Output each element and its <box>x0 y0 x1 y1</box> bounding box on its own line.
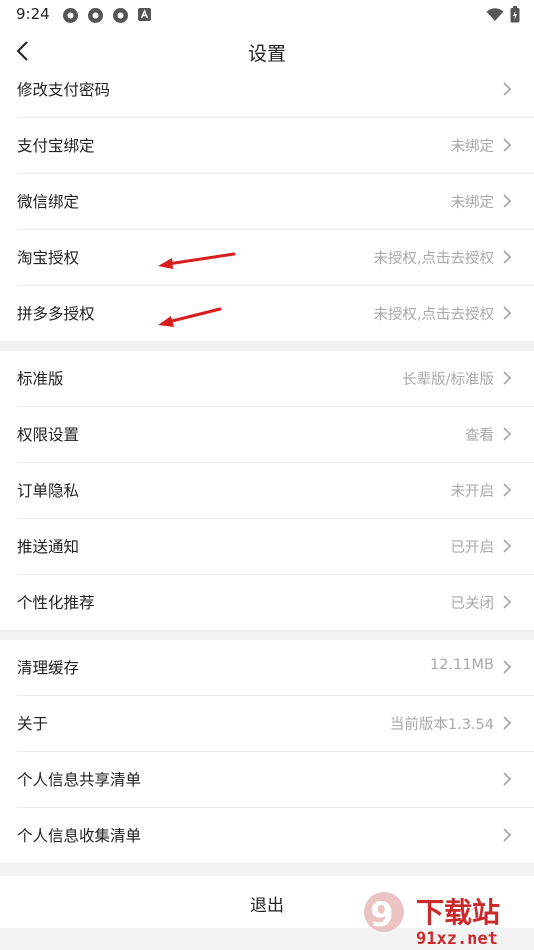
settings-row-alipay-binding[interactable]: 支付宝绑定 未绑定 <box>17 118 534 174</box>
chevron-right-icon <box>503 138 512 152</box>
battery-icon <box>510 6 520 23</box>
row-label: 推送通知 <box>17 538 80 556</box>
chevron-right-icon <box>503 371 512 385</box>
row-label: 订单隐私 <box>17 482 80 500</box>
row-label: 支付宝绑定 <box>17 137 95 155</box>
watermark-brand: 下载站 <box>416 896 500 929</box>
row-label: 修改支付密码 <box>17 81 111 99</box>
row-label: 个性化推荐 <box>17 594 95 612</box>
settings-row-order-privacy[interactable]: 订单隐私 未开启 <box>17 463 534 519</box>
notification-icons <box>62 7 152 24</box>
app-notification-icon <box>88 8 103 23</box>
settings-row-info-sharing-list[interactable]: 个人信息共享清单 <box>17 752 534 808</box>
row-label: 个人信息收集清单 <box>17 827 142 845</box>
settings-row-pinduoduo-auth[interactable]: 拼多多授权 未授权,点击去授权 <box>17 286 534 341</box>
settings-row-personalized-recommendations[interactable]: 个性化推荐 已关闭 <box>17 575 534 630</box>
settings-row-edition[interactable]: 标准版 长辈版/标准版 <box>17 351 534 407</box>
chevron-right-icon <box>503 539 512 553</box>
chevron-right-icon <box>503 483 512 497</box>
settings-row-payment-password[interactable]: 修改支付密码 <box>17 62 534 118</box>
row-value: 已开启 <box>450 540 495 556</box>
status-time: 9:24 <box>16 5 50 23</box>
settings-row-permissions[interactable]: 权限设置 查看 <box>17 407 534 463</box>
app-notification-icon <box>113 8 128 23</box>
chevron-right-icon <box>503 194 512 208</box>
chevron-right-icon <box>503 306 512 320</box>
settings-row-wechat-binding[interactable]: 微信绑定 未绑定 <box>17 174 534 230</box>
account-settings-section: 修改支付密码 支付宝绑定 未绑定 微信绑定 未绑定 淘宝授权 未授权,点击去授权… <box>0 62 534 341</box>
row-label: 关于 <box>17 715 49 733</box>
settings-row-info-collection-list[interactable]: 个人信息收集清单 <box>17 808 534 863</box>
row-value: 未授权,点击去授权 <box>373 251 494 267</box>
row-value: 长辈版/标准版 <box>402 372 494 388</box>
settings-row-taobao-auth[interactable]: 淘宝授权 未授权,点击去授权 <box>17 230 534 286</box>
status-bar: 9:24 <box>0 0 534 28</box>
site-watermark-logo: 9 下载站 91xz.net <box>364 892 500 948</box>
row-label: 标准版 <box>17 370 64 388</box>
app-notification-icon <box>63 8 78 23</box>
preferences-section: 标准版 长辈版/标准版 权限设置 查看 订单隐私 未开启 推送通知 已开启 个性… <box>0 351 534 630</box>
row-value: 当前版本1.3.54 <box>389 717 494 733</box>
settings-row-clear-cache[interactable]: 清理缓存 12.11MB <box>17 640 534 696</box>
chevron-right-icon <box>503 595 512 609</box>
app-info-section: 清理缓存 12.11MB 关于 当前版本1.3.54 个人信息共享清单 个人信息… <box>0 640 534 863</box>
row-label: 微信绑定 <box>17 193 80 211</box>
row-value: 未授权,点击去授权 <box>373 307 494 323</box>
row-value: 未绑定 <box>450 195 495 211</box>
row-value: 已关闭 <box>450 596 495 612</box>
chevron-right-icon <box>503 250 512 264</box>
wifi-icon <box>486 8 504 21</box>
annotation-arrow-icon <box>158 307 222 327</box>
chevron-right-icon <box>503 716 512 730</box>
annotation-arrow-icon <box>158 252 236 269</box>
row-label: 淘宝授权 <box>17 249 80 267</box>
chevron-right-icon <box>503 772 512 786</box>
system-icons <box>486 6 520 23</box>
row-label: 清理缓存 <box>17 659 80 677</box>
row-label: 权限设置 <box>17 426 80 444</box>
settings-row-push-notifications[interactable]: 推送通知 已开启 <box>17 519 534 575</box>
svg-text:9: 9 <box>370 895 394 935</box>
row-value: 未绑定 <box>450 139 495 155</box>
settings-row-about[interactable]: 关于 当前版本1.3.54 <box>17 696 534 752</box>
row-label: 拼多多授权 <box>17 305 95 323</box>
chevron-right-icon <box>503 828 512 842</box>
keyboard-notification-icon <box>138 8 151 21</box>
chevron-right-icon <box>503 660 512 674</box>
row-value: 查看 <box>465 428 494 444</box>
chevron-right-icon <box>503 427 512 441</box>
row-value: 未开启 <box>450 484 495 500</box>
row-value: 12.11MB <box>430 657 494 673</box>
chevron-right-icon <box>503 82 512 96</box>
row-label: 个人信息共享清单 <box>17 771 142 789</box>
watermark-domain: 91xz.net <box>416 929 498 948</box>
